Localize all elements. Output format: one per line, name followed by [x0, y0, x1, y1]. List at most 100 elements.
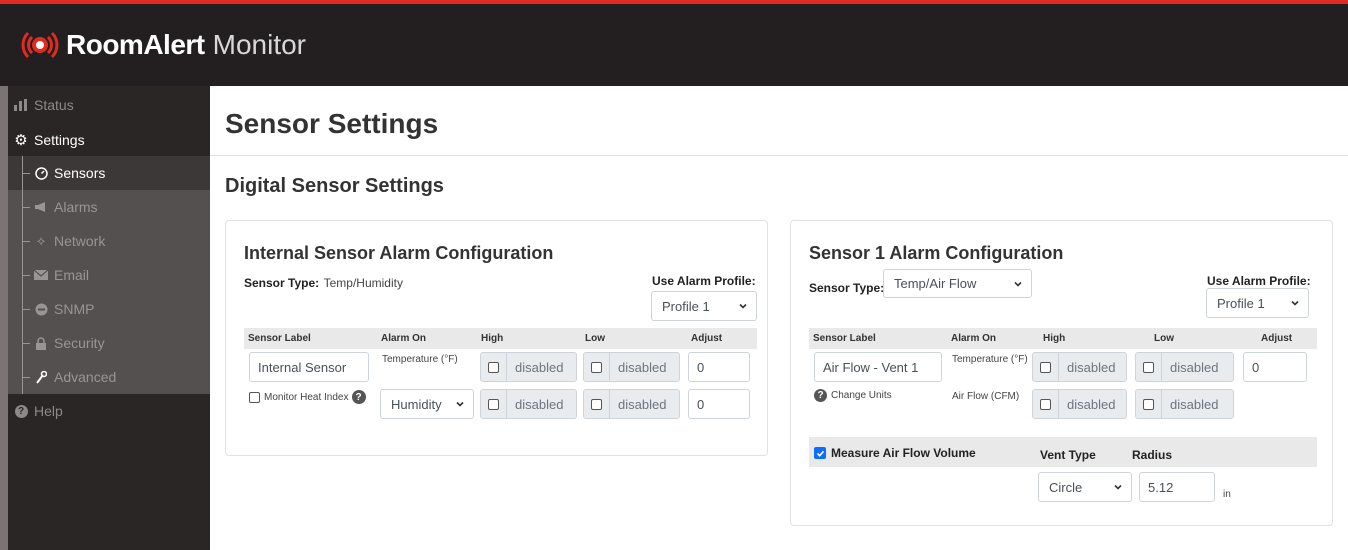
sidebar-item-network[interactable]: ⟡ Network [8, 224, 210, 258]
brand-subtitle: Monitor [212, 29, 306, 60]
checkbox-cell [481, 390, 507, 418]
alarm-on-label: Temperature (°F) [382, 354, 458, 365]
gauge-icon [32, 166, 50, 180]
column-header: Adjust [1261, 333, 1293, 344]
sidebar-item-advanced[interactable]: Advanced [8, 360, 210, 394]
envelope-icon [32, 270, 50, 280]
high-threshold-field[interactable]: disabled [480, 389, 577, 419]
measure-air-flow-checkbox[interactable] [814, 447, 826, 459]
select-value: Profile 1 [1217, 295, 1265, 311]
sidebar-item-email[interactable]: Email [8, 258, 210, 292]
field-value: disabled [618, 396, 667, 412]
sensor-type-label: Sensor Type: [244, 276, 320, 290]
radius-input[interactable]: 5.12 [1139, 472, 1215, 502]
high-enable-checkbox[interactable] [1040, 398, 1051, 410]
alarm-profile-select[interactable]: Profile 1 [651, 291, 757, 321]
low-enable-checkbox[interactable] [1143, 361, 1154, 373]
column-header: Alarm On [381, 333, 427, 344]
table-header: Sensor Label Alarm On High Low Adjust [809, 328, 1317, 349]
select-value: Humidity [391, 396, 442, 412]
field-value: disabled [618, 359, 667, 375]
high-threshold-field[interactable]: disabled [1032, 352, 1127, 382]
use-alarm-profile-label: Use Alarm Profile: [652, 274, 756, 288]
sidebar-item-label: Help [34, 403, 63, 419]
sensor-type-select[interactable]: Temp/Air Flow [883, 269, 1032, 298]
column-header: Sensor Label [813, 333, 876, 344]
chevron-down-icon [1014, 281, 1022, 287]
vent-type-label: Vent Type [1040, 448, 1096, 462]
title-divider [210, 155, 1348, 156]
sidebar-item-label: Alarms [54, 199, 98, 215]
help-icon[interactable]: ? [351, 390, 366, 404]
checkbox-cell [1033, 390, 1059, 418]
brand-name: RoomAlert [66, 29, 205, 60]
low-threshold-field[interactable]: disabled [583, 389, 680, 419]
high-threshold-field[interactable]: disabled [1032, 389, 1127, 419]
sidebar-item-status[interactable]: Status [8, 86, 210, 124]
top-header: RoomAlert Monitor [0, 0, 1348, 86]
alarm-on-select[interactable]: Humidity [380, 389, 474, 419]
monitor-heat-index-checkbox[interactable] [249, 391, 260, 403]
help-icon: ? [814, 389, 827, 402]
high-enable-checkbox[interactable] [1040, 361, 1051, 373]
low-threshold-field[interactable]: disabled [583, 352, 680, 382]
adjust-input[interactable]: 0 [688, 352, 750, 382]
high-threshold-field[interactable]: disabled [480, 352, 577, 382]
field-value: disabled [515, 359, 564, 375]
low-threshold-field[interactable]: disabled [1135, 352, 1234, 382]
sensor-label-input[interactable]: Internal Sensor [249, 352, 369, 382]
sidebar-item-label: Advanced [54, 369, 117, 385]
chevron-down-icon [739, 303, 747, 309]
checkbox-cell [481, 353, 507, 381]
alarm-on-label: Temperature (°F) [952, 354, 1028, 365]
card-title: Internal Sensor Alarm Configuration [244, 243, 554, 263]
bar-chart-icon [12, 99, 30, 111]
sidebar-item-snmp[interactable]: SNMP [8, 292, 210, 326]
section-title: Digital Sensor Settings [225, 175, 444, 197]
lock-icon [32, 336, 50, 350]
change-units-link[interactable]: ? Change Units [814, 389, 892, 402]
chevron-down-icon [1114, 484, 1122, 490]
sidebar-item-label: Network [54, 233, 106, 249]
alarm-on-label: Air Flow (CFM) [952, 391, 1020, 402]
field-value: disabled [1170, 396, 1219, 412]
help-icon: ? [12, 404, 30, 418]
radius-label: Radius [1132, 448, 1173, 462]
network-icon: ⟡ [36, 233, 46, 248]
monitor-heat-index[interactable]: Monitor Heat Index ? [249, 390, 366, 404]
change-units-label: Change Units [831, 390, 892, 401]
low-enable-checkbox[interactable] [1143, 398, 1154, 410]
select-value: Temp/Air Flow [894, 276, 977, 291]
chevron-down-icon [456, 401, 464, 407]
sensor1-card: Sensor 1 Alarm Configuration Sensor Type… [790, 220, 1333, 526]
column-header: Sensor Label [248, 333, 311, 344]
high-enable-checkbox[interactable] [488, 361, 499, 373]
measure-air-flow-label: Measure Air Flow Volume [831, 446, 976, 460]
sidebar-item-sensors[interactable]: Sensors [8, 156, 210, 190]
adjust-input[interactable]: 0 [1243, 352, 1307, 382]
checkbox-cell [1033, 353, 1059, 381]
alarm-profile-select[interactable]: Profile 1 [1206, 288, 1309, 318]
gear-icon: ⚙ [14, 132, 28, 149]
sidebar-item-settings[interactable]: ⚙ Settings [8, 124, 210, 156]
settings-submenu: Sensors Alarms ⟡ Network Email SNMP Secu… [8, 156, 210, 394]
sidebar-item-help[interactable]: ? Help [8, 394, 210, 428]
sidebar-item-alarms[interactable]: Alarms [8, 190, 210, 224]
vent-type-select[interactable]: Circle [1038, 472, 1132, 502]
sidebar-item-label: Settings [34, 132, 85, 148]
column-header: Low [1154, 333, 1174, 344]
roomalert-logo-icon [21, 31, 59, 59]
low-threshold-field[interactable]: disabled [1135, 389, 1234, 419]
sensor-label-input[interactable]: Air Flow - Vent 1 [814, 352, 942, 382]
monitor-heat-index-label: Monitor Heat Index [264, 391, 349, 403]
column-header: Low [585, 333, 605, 344]
low-enable-checkbox[interactable] [591, 361, 602, 373]
sidebar: Status ⚙ Settings Sensors Alarms ⟡ Netwo… [0, 86, 210, 550]
adjust-input[interactable]: 0 [688, 389, 750, 419]
sidebar-item-security[interactable]: Security [8, 326, 210, 360]
high-enable-checkbox[interactable] [488, 398, 499, 410]
field-value: disabled [1170, 359, 1219, 375]
select-value: Circle [1049, 479, 1083, 495]
low-enable-checkbox[interactable] [591, 398, 602, 410]
measure-air-flow-checkbox-row[interactable]: Measure Air Flow Volume [814, 446, 976, 460]
